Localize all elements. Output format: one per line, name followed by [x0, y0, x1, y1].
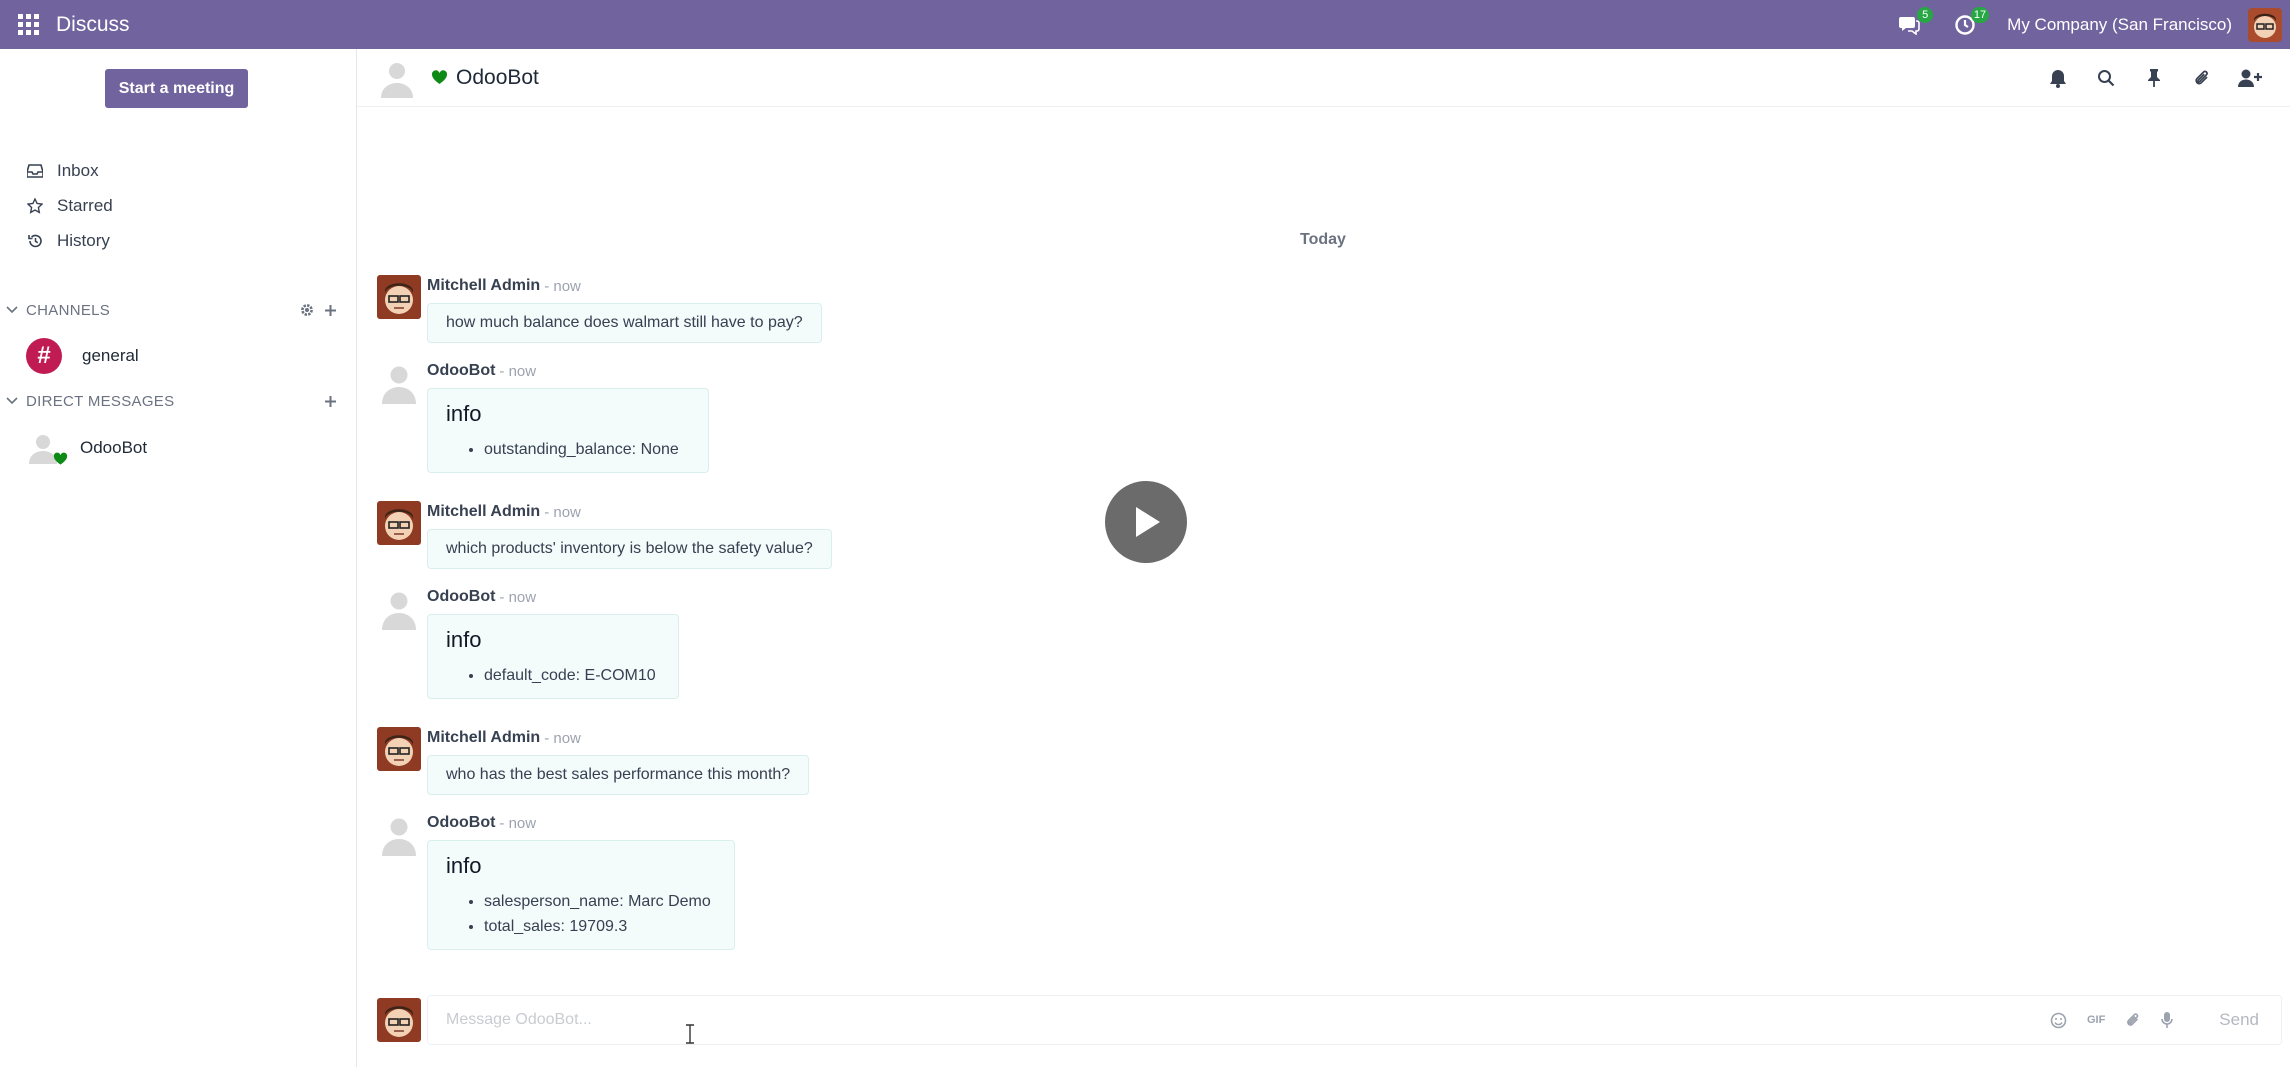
- message-body: info default_code: E-COM10: [427, 614, 679, 699]
- message-item: Mitchell Admin - now which products' inv…: [377, 501, 832, 569]
- message-author[interactable]: OdooBot: [427, 362, 495, 380]
- message-time: - now: [499, 588, 537, 606]
- odoobot-avatar[interactable]: [377, 812, 421, 856]
- channels-header-label: CHANNELS: [26, 301, 111, 319]
- sidebar-item-label: History: [57, 230, 110, 250]
- sidebar-item-inbox[interactable]: Inbox: [27, 153, 113, 188]
- mitchell-admin-avatar[interactable]: [377, 727, 421, 771]
- attachment-icon[interactable]: [2178, 68, 2226, 88]
- app-title[interactable]: Discuss: [56, 13, 130, 37]
- pin-icon[interactable]: [2130, 68, 2178, 88]
- current-user-avatar: [377, 998, 421, 1042]
- mailbox-list: Inbox Starred History: [27, 153, 113, 258]
- info-heading: info: [446, 627, 482, 652]
- odoobot-avatar[interactable]: [377, 360, 421, 404]
- sidebar-item-odoobot[interactable]: OdooBot: [26, 428, 346, 468]
- message-time: - now: [544, 277, 581, 295]
- video-play-button[interactable]: [1105, 481, 1187, 563]
- message-item: Mitchell Admin - now how much balance do…: [377, 275, 822, 343]
- activities-badge: 17: [1970, 6, 1990, 23]
- mouse-text-cursor-icon: [686, 1024, 694, 1044]
- play-icon: [1136, 507, 1160, 537]
- odoobot-avatar[interactable]: [377, 586, 421, 630]
- gear-icon[interactable]: [300, 303, 314, 317]
- odoobot-avatar: [26, 430, 68, 466]
- messages-menu-icon[interactable]: 5: [1895, 6, 1934, 39]
- direct-messages-section-header[interactable]: DIRECT MESSAGES: [0, 386, 357, 416]
- info-list-item: default_code: E-COM10: [484, 663, 660, 688]
- star-icon: [27, 197, 43, 214]
- top-navbar: Discuss 5 17 My Company (San Francisco): [0, 0, 2290, 49]
- mitchell-admin-avatar[interactable]: [377, 275, 421, 319]
- gif-button[interactable]: GIF: [2087, 1014, 2105, 1026]
- channels-section-header[interactable]: CHANNELS: [0, 295, 357, 325]
- mitchell-admin-avatar[interactable]: [377, 501, 421, 545]
- sidebar-item-general[interactable]: # general: [26, 336, 346, 376]
- info-heading: info: [446, 853, 482, 878]
- notification-bell-icon[interactable]: [2034, 68, 2082, 88]
- info-list: outstanding_balance: None: [484, 437, 690, 462]
- message-item: OdooBot - now info outstanding_balance: …: [377, 360, 709, 473]
- message-body: info salesperson_name: Marc Demo total_s…: [427, 840, 735, 950]
- channel-label: general: [82, 346, 139, 365]
- online-heart-icon: [53, 452, 68, 465]
- message-author[interactable]: Mitchell Admin: [427, 277, 540, 295]
- emoji-icon[interactable]: [2050, 1012, 2067, 1029]
- message-composer: GIF Send: [427, 995, 2282, 1045]
- message-item: Mitchell Admin - now who has the best sa…: [377, 727, 810, 795]
- sidebar-item-starred[interactable]: Starred: [27, 188, 113, 223]
- company-switcher[interactable]: My Company (San Francisco): [2007, 15, 2232, 35]
- thread-header: OdooBot: [357, 49, 2290, 107]
- message-item: OdooBot - now info default_code: E-COM10: [377, 586, 679, 699]
- discuss-sidebar: Start a meeting Inbox Starred History CH…: [0, 49, 357, 1067]
- history-icon: [28, 234, 42, 247]
- message-time: - now: [499, 814, 537, 832]
- user-avatar[interactable]: [2248, 7, 2282, 42]
- activities-clock-icon[interactable]: 17: [1951, 6, 1990, 39]
- odoobot-avatar: [381, 62, 413, 98]
- search-icon[interactable]: [2082, 69, 2130, 87]
- message-time: - now: [544, 503, 581, 521]
- direct-messages-header-label: DIRECT MESSAGES: [26, 392, 175, 410]
- add-channel-icon[interactable]: [324, 304, 337, 317]
- thread-title: OdooBot: [456, 65, 539, 89]
- info-list-item: salesperson_name: Marc Demo: [484, 889, 716, 914]
- chevron-down-icon: [6, 306, 18, 314]
- message-author[interactable]: Mitchell Admin: [427, 503, 540, 521]
- message-input[interactable]: [428, 997, 2050, 1043]
- info-list-item: total_sales: 19709.3: [484, 914, 716, 939]
- attachment-icon[interactable]: [2125, 1011, 2141, 1029]
- message-body: who has the best sales performance this …: [427, 755, 810, 795]
- add-direct-message-icon[interactable]: [324, 395, 337, 408]
- add-user-icon[interactable]: [2226, 68, 2274, 88]
- send-button[interactable]: Send: [2219, 1010, 2259, 1030]
- sidebar-item-label: Inbox: [57, 160, 99, 180]
- info-list: default_code: E-COM10: [484, 663, 660, 688]
- messages-badge: 5: [1917, 6, 1934, 23]
- channel-hash-icon: #: [26, 338, 62, 374]
- message-body: how much balance does walmart still have…: [427, 303, 822, 343]
- chevron-down-icon: [6, 397, 18, 405]
- message-time: - now: [499, 362, 537, 380]
- message-author[interactable]: OdooBot: [427, 814, 495, 832]
- start-meeting-button[interactable]: Start a meeting: [105, 69, 248, 108]
- message-body: info outstanding_balance: None: [427, 388, 709, 473]
- sidebar-item-label: Starred: [57, 195, 113, 215]
- message-author[interactable]: Mitchell Admin: [427, 729, 540, 747]
- message-time: - now: [544, 729, 581, 747]
- message-body: which products' inventory is below the s…: [427, 529, 832, 569]
- online-heart-icon: [431, 70, 448, 84]
- inbox-icon: [27, 163, 43, 178]
- microphone-icon[interactable]: [2161, 1011, 2174, 1029]
- direct-message-label: OdooBot: [80, 438, 148, 457]
- apps-menu-icon[interactable]: [18, 13, 40, 36]
- info-list-item: outstanding_balance: None: [484, 437, 690, 462]
- info-heading: info: [446, 401, 482, 426]
- sidebar-item-history[interactable]: History: [27, 223, 113, 258]
- message-author[interactable]: OdooBot: [427, 588, 495, 606]
- info-list: salesperson_name: Marc Demo total_sales:…: [484, 889, 716, 939]
- day-separator: Today: [1300, 231, 1346, 248]
- message-item: OdooBot - now info salesperson_name: Mar…: [377, 812, 735, 950]
